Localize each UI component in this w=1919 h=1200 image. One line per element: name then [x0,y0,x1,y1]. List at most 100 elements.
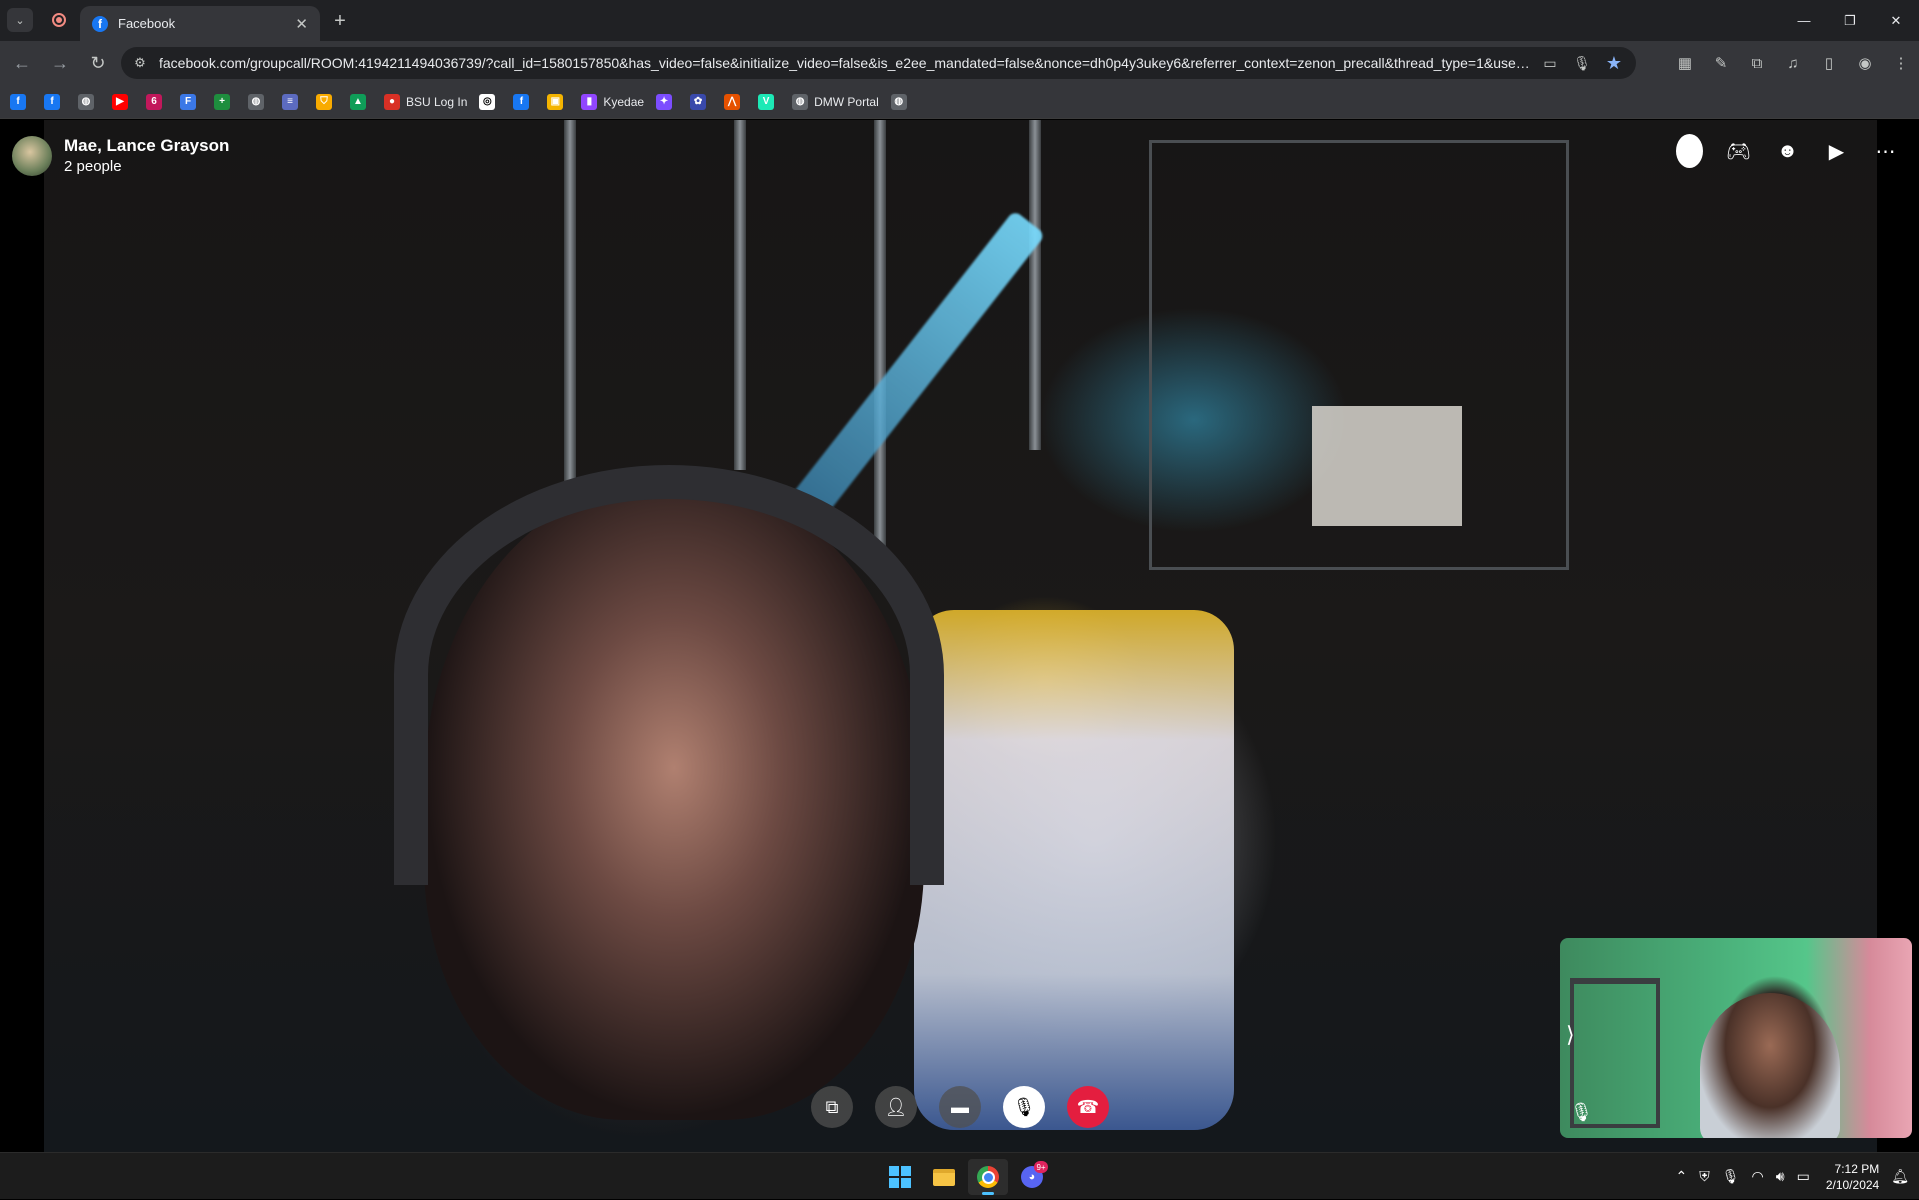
site-info-icon[interactable]: ⚙ [131,54,149,72]
bookmark-item[interactable]: ◍ [248,89,278,115]
bookmark-item[interactable]: ◍ DMW Portal [792,89,887,115]
facebook-icon: f [44,93,60,110]
microphone-icon[interactable]: 🎙︎ [1722,1168,1740,1185]
mute-button[interactable]: 🎙︎ [1003,1086,1045,1128]
defender-warning-icon[interactable]: ⛨ [1699,1168,1710,1185]
app-icon: ⋀ [724,93,741,110]
minimize-button[interactable]: — [1781,0,1827,41]
profile-avatar-icon[interactable]: ◉ [1847,47,1883,79]
arrow-left-icon: ← [13,52,31,73]
mic-blocked-icon[interactable]: 🎙︎ [1570,51,1594,75]
notification-badge: 9+ [1034,1161,1048,1173]
discord-taskbar-button[interactable]: ◕ 9+ [1012,1159,1052,1195]
extensions-puzzle-icon[interactable]: ⧉ [1739,47,1775,79]
plus-icon: + [1676,134,1703,168]
forward-button[interactable]: → [44,47,76,79]
image-icon: ▣ [547,93,564,110]
bunk-post [874,120,886,580]
games-button[interactable]: 🎮︎ [1714,134,1752,168]
chevron-down-icon: ⌄ [15,14,25,27]
back-button[interactable]: ← [6,47,38,79]
extension-icon[interactable]: ▦ [1667,47,1703,79]
bookmark-item[interactable]: ✿ [690,89,720,115]
bookmark-item[interactable]: ⛉ [316,89,346,115]
file-explorer-button[interactable] [924,1159,964,1195]
bookmark-star-icon[interactable]: ★ [1602,51,1626,75]
camera-in-use-icon[interactable]: ▭ [1538,51,1562,75]
call-controls: ⧉ 👤︎ ▬ 🎙︎ ☎ [811,1086,1109,1128]
notifications-bell-icon[interactable]: 🔔︎ [1891,1168,1909,1185]
battery-icon[interactable]: ▭ [1797,1168,1810,1185]
volume-icon[interactable]: 🔊︎ [1776,1168,1785,1185]
tab-search-button[interactable]: ⌄ [7,8,33,32]
twitch-icon: ▮ [581,93,598,110]
bookmark-item[interactable]: ◎ [479,89,509,115]
effects-button[interactable]: ☻ [1763,134,1801,168]
play-icon: ▶ [1828,140,1845,163]
more-options-button[interactable]: ⋯ [1861,134,1899,168]
extension-icon[interactable]: ✎ [1703,47,1739,79]
bookmark-item[interactable]: f [10,89,40,115]
globe-icon: ◍ [890,93,907,110]
new-tab-button[interactable]: + [326,8,354,34]
address-url[interactable]: facebook.com/groupcall/ROOM:419421149403… [159,55,1530,71]
chrome-taskbar-button[interactable] [968,1159,1008,1195]
bookmark-item[interactable]: V [758,89,788,115]
bookmark-item[interactable]: f [513,89,543,115]
bookmark-item[interactable]: F [180,89,210,115]
recording-tab[interactable] [45,8,73,32]
address-bar[interactable]: ⚙ facebook.com/groupcall/ROOM:4194211494… [121,47,1636,79]
windows-logo-icon [889,1166,911,1188]
browser-toolbar: ← → ↻ ⚙ facebook.com/groupcall/ROOM:4194… [0,41,1919,85]
bookmark-item[interactable]: ◍ [78,89,108,115]
clock[interactable]: 7:12 PM 2/10/2024 [1826,1161,1879,1193]
bookmark-label: BSU Log In [406,94,468,109]
reload-button[interactable]: ↻ [82,47,114,79]
globe-icon: ◍ [78,93,94,110]
tab-close-button[interactable]: ✕ [295,15,308,33]
bookmark-item[interactable]: + [214,89,244,115]
camera-button[interactable]: ▬ [939,1086,981,1128]
bunk-post [564,120,576,500]
bookmark-item[interactable]: 6 [146,89,176,115]
local-participant [1700,993,1840,1138]
record-icon [52,13,66,27]
watch-together-button[interactable]: ▶ [1812,134,1850,168]
app-624-icon: 6 [146,93,162,110]
kebab-menu-icon[interactable]: ⋮ [1883,47,1919,79]
tab-facebook[interactable]: f Facebook ✕ [80,6,320,41]
bookmark-item[interactable]: ▶ [112,89,142,115]
self-view-video[interactable]: ⟩ 🎙︎ [1560,938,1912,1138]
add-person-icon: 👤︎ [884,1096,908,1117]
wifi-icon[interactable]: ◠ [1752,1168,1764,1185]
bookmark-item[interactable]: ● BSU Log In [384,89,475,115]
emoji-plus-icon: ☻ [1776,139,1799,162]
media-controls-icon[interactable]: ♫ [1775,47,1811,79]
bookmark-item[interactable]: ▮ Kyedae [581,89,652,115]
bookmark-item[interactable]: ✦ [656,89,686,115]
youtube-icon: ▶ [112,93,128,110]
chevron-up-icon[interactable]: ⌃ [1676,1168,1688,1185]
bookmark-item[interactable]: ▲ [350,89,380,115]
sheets-icon: + [214,93,230,110]
share-screen-button[interactable]: ⧉ [811,1086,853,1128]
folder-icon [933,1168,955,1186]
bookmark-item[interactable]: ≡ [282,89,312,115]
start-button[interactable] [880,1159,920,1195]
end-call-button[interactable]: ☎ [1067,1086,1109,1128]
group-avatar[interactable] [12,136,52,176]
shield-icon: ⛉ [316,93,332,110]
restore-button[interactable]: ❐ [1827,0,1873,41]
bookmark-item[interactable]: ◍ [890,89,921,115]
vuetify-icon: V [758,93,775,110]
bookmark-item[interactable]: ⋀ [724,89,754,115]
add-people-button[interactable]: 👤︎ [875,1086,917,1128]
bookmark-item[interactable]: f [44,89,74,115]
bookmark-item[interactable]: ▣ [547,89,577,115]
globe-icon: ◍ [792,93,809,110]
call-title[interactable]: Mae, Lance Grayson [64,136,229,156]
collapse-chevron-icon[interactable]: ⟩ [1566,1022,1575,1048]
window-close-button[interactable]: ✕ [1873,0,1919,41]
side-panel-icon[interactable]: ▯ [1811,47,1847,79]
add-button[interactable]: + [1665,134,1703,168]
